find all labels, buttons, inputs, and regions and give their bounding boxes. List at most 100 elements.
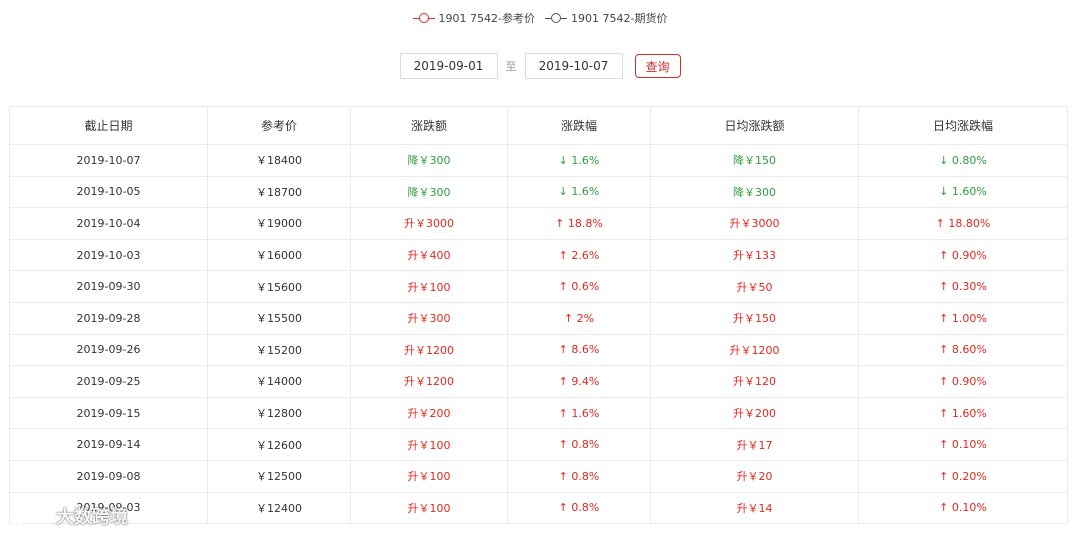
- cell-change-percent: ↑ 9.4%: [507, 365, 651, 398]
- cell-daily-change-amount: 升￥133: [650, 238, 859, 272]
- cell-end-date: 2019-09-03: [9, 491, 208, 525]
- query-button[interactable]: 查询: [634, 54, 681, 78]
- legend-label: 1901 7542-参考价: [438, 12, 535, 25]
- cell-reference-price: ￥12600: [207, 428, 351, 461]
- legend-item-futures-price[interactable]: 1901 7542-期货价: [545, 10, 667, 26]
- header-change-amount: 涨跌额: [350, 106, 508, 145]
- cell-daily-change-amount: 升￥200: [650, 396, 859, 430]
- cell-change-percent: ↓ 1.6%: [507, 144, 651, 177]
- cell-change-amount: 升￥400: [350, 238, 508, 272]
- cell-reference-price: ￥12800: [207, 396, 351, 430]
- cell-daily-change-percent: ↑ 18.80%: [858, 207, 1068, 240]
- cell-change-amount: 升￥300: [350, 301, 508, 335]
- cell-daily-change-percent: ↑ 8.60%: [858, 333, 1068, 367]
- table-row: 2019-09-26 ￥15200 升￥1200 ↑ 8.6% 升￥1200 ↑ 8.60…: [9, 333, 1068, 367]
- cell-reference-price: ￥15500: [207, 301, 351, 335]
- cell-change-amount: 升￥3000: [350, 207, 508, 240]
- table-row: 2019-09-03 ￥12400 升￥100 ↑ 0.8% 升￥14 ↑ 0.10%: [9, 491, 1068, 525]
- cell-change-percent: ↓ 1.6%: [507, 175, 651, 209]
- cell-daily-change-amount: 升￥3000: [650, 207, 859, 240]
- cell-end-date: 2019-10-05: [9, 175, 208, 209]
- cell-change-percent: ↑ 2.6%: [507, 238, 651, 272]
- cell-reference-price: ￥15600: [207, 270, 351, 303]
- table-row: 2019-09-30 ￥15600 升￥100 ↑ 0.6% 升￥50 ↑ 0.30%: [9, 270, 1068, 303]
- cell-daily-change-percent: ↑ 0.30%: [858, 270, 1068, 303]
- end-date-input[interactable]: [524, 53, 623, 79]
- cell-reference-price: ￥15200: [207, 333, 351, 367]
- cell-daily-change-percent: ↑ 1.00%: [858, 301, 1068, 335]
- cell-daily-change-percent: ↑ 1.60%: [858, 396, 1068, 430]
- cell-change-amount: 升￥100: [350, 459, 508, 493]
- cell-daily-change-amount: 升￥17: [650, 428, 859, 461]
- cell-end-date: 2019-10-03: [9, 238, 208, 272]
- header-daily-change-amount: 日均涨跌额: [650, 106, 859, 145]
- cell-reference-price: ￥14000: [207, 365, 351, 398]
- cell-reference-price: ￥18400: [207, 144, 351, 177]
- cell-change-percent: ↑ 18.8%: [507, 207, 651, 240]
- cell-daily-change-amount: 升￥20: [650, 459, 859, 493]
- start-date-input[interactable]: [399, 53, 498, 79]
- legend-line-marker-icon: [412, 12, 435, 24]
- cell-daily-change-amount: 降￥300: [650, 175, 859, 209]
- price-history-table: 截止日期 参考价 涨跌额 涨跌幅 日均涨跌额 日均涨跌幅 2019-10-07 ￥…: [9, 106, 1068, 525]
- cell-change-amount: 降￥300: [350, 175, 508, 209]
- cell-change-amount: 升￥100: [350, 491, 508, 525]
- header-change-percent: 涨跌幅: [507, 106, 651, 145]
- header-end-date: 截止日期: [9, 106, 208, 145]
- cell-change-amount: 升￥200: [350, 396, 508, 430]
- cell-end-date: 2019-09-14: [9, 428, 208, 461]
- cell-change-amount: 升￥1200: [350, 365, 508, 398]
- cell-change-percent: ↑ 0.8%: [507, 491, 651, 525]
- cell-change-amount: 降￥300: [350, 144, 508, 177]
- header-daily-change-percent: 日均涨跌幅: [858, 106, 1068, 145]
- table-row: 2019-09-25 ￥14000 升￥1200 ↑ 9.4% 升￥120 ↑ 0.90%: [9, 365, 1068, 398]
- cell-change-percent: ↑ 1.6%: [507, 396, 651, 430]
- cell-daily-change-amount: 升￥120: [650, 365, 859, 398]
- cell-change-percent: ↑ 8.6%: [507, 333, 651, 367]
- cell-change-percent: ↑ 0.8%: [507, 428, 651, 461]
- legend-item-reference-price[interactable]: 1901 7542-参考价: [412, 10, 535, 26]
- cell-end-date: 2019-09-25: [9, 365, 208, 398]
- cell-change-amount: 升￥1200: [350, 333, 508, 367]
- table-row: 2019-09-28 ￥15500 升￥300 ↑ 2% 升￥150 ↑ 1.00%: [9, 301, 1068, 335]
- cell-daily-change-amount: 升￥14: [650, 491, 859, 525]
- cell-reference-price: ￥12400: [207, 491, 351, 525]
- table-row: 2019-09-08 ￥12500 升￥100 ↑ 0.8% 升￥20 ↑ 0.20%: [9, 459, 1068, 493]
- cell-reference-price: ￥18700: [207, 175, 351, 209]
- cell-change-percent: ↑ 0.6%: [507, 270, 651, 303]
- table-row: 2019-10-04 ￥19000 升￥3000 ↑ 18.8% 升￥3000 ↑ 18.…: [9, 207, 1068, 240]
- cell-daily-change-percent: ↓ 0.80%: [858, 144, 1068, 177]
- cell-daily-change-percent: ↑ 0.90%: [858, 365, 1068, 398]
- table-header-row: 截止日期 参考价 涨跌额 涨跌幅 日均涨跌额 日均涨跌幅: [9, 106, 1068, 145]
- cell-end-date: 2019-09-26: [9, 333, 208, 367]
- cell-reference-price: ￥12500: [207, 459, 351, 493]
- cell-end-date: 2019-09-28: [9, 301, 208, 335]
- cell-daily-change-amount: 升￥1200: [650, 333, 859, 367]
- cell-reference-price: ￥19000: [207, 207, 351, 240]
- cell-end-date: 2019-09-08: [9, 459, 208, 493]
- cell-daily-change-percent: ↑ 0.10%: [858, 491, 1068, 525]
- cell-daily-change-percent: ↑ 0.10%: [858, 428, 1068, 461]
- table-row: 2019-09-14 ￥12600 升￥100 ↑ 0.8% 升￥17 ↑ 0.10%: [9, 428, 1068, 461]
- cell-daily-change-percent: ↑ 0.90%: [858, 238, 1068, 272]
- cell-daily-change-percent: ↑ 0.20%: [858, 459, 1068, 493]
- date-range-separator: 至: [505, 60, 517, 73]
- legend-label: 1901 7542-期货价: [571, 12, 668, 25]
- cell-end-date: 2019-10-04: [9, 207, 208, 240]
- cell-daily-change-amount: 降￥150: [650, 144, 859, 177]
- table-row: 2019-10-05 ￥18700 降￥300 ↓ 1.6% 降￥300 ↓ 1.60%: [9, 175, 1068, 209]
- cell-end-date: 2019-09-30: [9, 270, 208, 303]
- header-reference-price: 参考价: [207, 106, 351, 145]
- cell-end-date: 2019-09-15: [9, 396, 208, 430]
- cell-change-amount: 升￥100: [350, 270, 508, 303]
- cell-change-percent: ↑ 2%: [507, 301, 651, 335]
- cell-daily-change-amount: 升￥150: [650, 301, 859, 335]
- cell-daily-change-amount: 升￥50: [650, 270, 859, 303]
- cell-reference-price: ￥16000: [207, 238, 351, 272]
- cell-change-percent: ↑ 0.8%: [507, 459, 651, 493]
- table-row: 2019-09-15 ￥12800 升￥200 ↑ 1.6% 升￥200 ↑ 1.60%: [9, 396, 1068, 430]
- chart-legend: 1901 7542-参考价 1901 7542-期货价: [0, 10, 1080, 26]
- table-row: 2019-10-03 ￥16000 升￥400 ↑ 2.6% 升￥133 ↑ 0.90%: [9, 238, 1068, 272]
- cell-daily-change-percent: ↓ 1.60%: [858, 175, 1068, 209]
- cell-change-amount: 升￥100: [350, 428, 508, 461]
